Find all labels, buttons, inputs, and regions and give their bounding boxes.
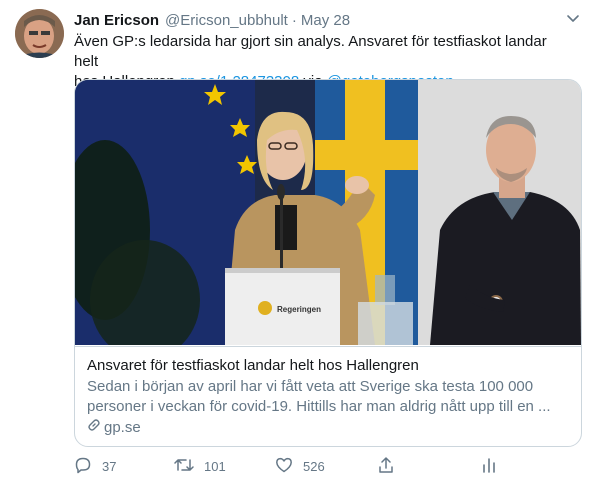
- retweet-icon: [174, 456, 204, 477]
- card-body[interactable]: Ansvaret för testfiaskot landar helt hos…: [75, 346, 581, 446]
- card-title[interactable]: Ansvaret för testfiaskot landar helt hos…: [87, 356, 569, 376]
- action-bar: 37 101 526: [74, 456, 504, 476]
- share-icon: [377, 456, 405, 477]
- share-button[interactable]: [377, 456, 405, 476]
- chevron-down-icon[interactable]: [565, 10, 581, 26]
- tweet-header: Jan Ericson @Ericson_ubbhult · May 28: [74, 10, 581, 30]
- analytics-button[interactable]: [480, 456, 508, 476]
- like-button[interactable]: 526: [275, 456, 325, 476]
- card-domain[interactable]: gp.se: [87, 418, 569, 438]
- link-icon: [87, 418, 104, 438]
- reply-icon: [74, 456, 102, 477]
- card-domain-text: gp.se: [104, 419, 141, 436]
- heart-icon: [275, 456, 303, 477]
- podium-sign: Regeringen: [277, 305, 321, 314]
- card-description: Sedan i början av april har vi fått veta…: [87, 377, 569, 417]
- tweet-text-line1: Även GP:s ledarsida har gjort sin analys…: [74, 33, 547, 70]
- analytics-icon: [480, 456, 508, 477]
- avatar[interactable]: [15, 9, 64, 58]
- card-description-line2: personer i veckan för covid-19. Hittills…: [87, 398, 551, 415]
- card-image[interactable]: Regeringen: [75, 80, 581, 345]
- retweet-button[interactable]: 101: [174, 456, 226, 476]
- like-count: 526: [303, 458, 325, 474]
- reply-count: 37: [102, 458, 117, 474]
- link-card[interactable]: Regeringen Ansvaret för testfiaskot land…: [74, 79, 582, 447]
- author-name[interactable]: Jan Ericson: [74, 12, 159, 29]
- card-description-line1: Sedan i början av april har vi fått veta…: [87, 378, 534, 395]
- tweet-date[interactable]: May 28: [301, 12, 350, 29]
- retweet-count: 101: [204, 458, 226, 474]
- header-separator: ·: [291, 11, 297, 29]
- tweet[interactable]: Jan Ericson @Ericson_ubbhult · May 28 Äv…: [0, 0, 591, 484]
- reply-button[interactable]: 37: [74, 456, 116, 476]
- author-handle[interactable]: @Ericson_ubbhult: [165, 12, 288, 29]
